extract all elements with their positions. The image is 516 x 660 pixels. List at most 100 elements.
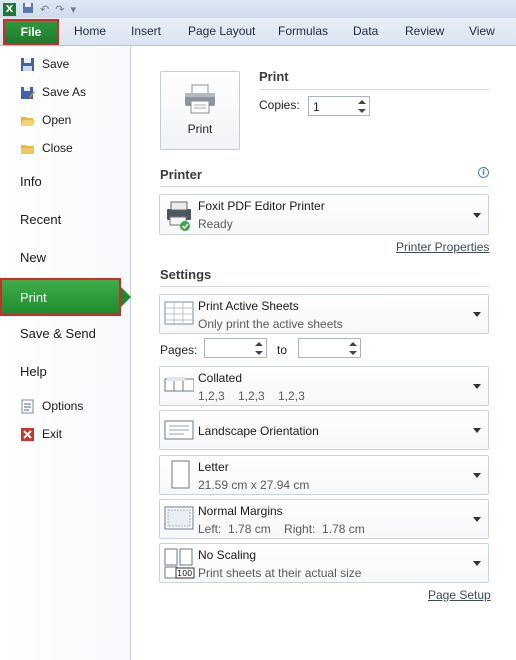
print-pane: Print Print Copies: 1 Printer i Foxit PD… — [131, 46, 516, 660]
undo-icon[interactable]: ↶ — [40, 3, 49, 16]
exit-icon — [20, 427, 35, 442]
save-icon[interactable] — [22, 2, 34, 17]
printer-dropdown[interactable]: Foxit PDF Editor Printer Ready — [159, 194, 489, 235]
to-label: to — [277, 343, 288, 357]
nav-close-label: Close — [42, 141, 73, 155]
scaling-dropdown[interactable]: 100 No Scaling Print sheets at their act… — [159, 543, 489, 583]
collated-icon — [164, 371, 195, 399]
pages-from-input[interactable] — [204, 338, 267, 358]
quick-access-toolbar: X ↶ ↷ ▾ — [0, 0, 516, 18]
chevron-down-icon — [473, 561, 481, 566]
scaling-title: No Scaling — [198, 548, 257, 562]
nav-print[interactable]: Print — [0, 278, 131, 316]
nav-options[interactable]: Options — [20, 396, 83, 416]
printer-status: Ready — [198, 217, 233, 231]
printer-heading: Printer — [160, 167, 202, 182]
paper-size-dropdown[interactable]: Letter 21.59 cm x 27.94 cm — [159, 455, 489, 495]
print-button-label: Print — [187, 122, 213, 136]
chevron-down-icon[interactable] — [349, 350, 357, 356]
tab-formulas[interactable]: Formulas — [278, 24, 328, 38]
close-folder-icon — [20, 141, 35, 156]
pages-to-input[interactable] — [298, 338, 361, 358]
copies-stepper[interactable]: 1 — [308, 96, 370, 116]
chevron-down-icon[interactable] — [358, 108, 366, 114]
save-as-icon — [20, 85, 35, 100]
options-icon — [20, 399, 35, 414]
tab-page-layout[interactable]: Page Layout — [188, 24, 255, 38]
nav-save-as-label: Save As — [42, 85, 87, 99]
tab-data[interactable]: Data — [353, 24, 378, 38]
tab-insert[interactable]: Insert — [131, 24, 161, 38]
chevron-up-icon[interactable] — [349, 341, 357, 347]
page-setup-link[interactable]: Page Setup — [428, 588, 491, 602]
chevron-down-icon — [473, 428, 481, 433]
margins-dropdown[interactable]: Normal Margins Left: 1.78 cm Right: 1.78… — [159, 499, 489, 539]
chevron-up-icon[interactable] — [358, 99, 366, 105]
nav-save-send[interactable]: Save & Send — [20, 326, 96, 341]
nav-help[interactable]: Help — [20, 364, 47, 379]
scaling-icon: 100 — [164, 548, 195, 579]
chevron-down-icon — [473, 312, 481, 317]
divider — [160, 186, 489, 187]
scaling-desc: Print sheets at their actual size — [198, 566, 362, 580]
print-scope-desc: Only print the active sheets — [198, 317, 343, 331]
customize-icon[interactable]: ▾ — [70, 3, 76, 16]
nav-save[interactable]: Save — [20, 54, 69, 74]
collate-desc: 1,2,3 1,2,3 1,2,3 — [198, 389, 305, 403]
nav-save-label: Save — [42, 57, 70, 71]
nav-exit[interactable]: Exit — [20, 424, 62, 444]
nav-close[interactable]: Close — [20, 138, 73, 158]
info-icon[interactable]: i — [478, 167, 489, 178]
print-heading: Print — [259, 69, 289, 84]
margins-icon — [164, 504, 194, 532]
orientation-title: Landscape Orientation — [198, 424, 319, 438]
margins-desc: Left: 1.78 cm Right: 1.78 cm — [198, 522, 365, 536]
ribbon-tabs: File Home Insert Page Layout Formulas Da… — [0, 18, 516, 46]
printer-icon — [185, 84, 215, 114]
print-button[interactable]: Print — [160, 71, 240, 150]
printer-name: Foxit PDF Editor Printer — [198, 199, 325, 213]
collate-title: Collated — [198, 371, 243, 385]
excel-icon: X — [3, 2, 16, 16]
backstage-nav: Save Save As Open Close Info Recent New … — [0, 46, 131, 660]
landscape-icon — [164, 415, 194, 443]
save-icon — [20, 57, 35, 72]
printer-properties-link[interactable]: Printer Properties — [396, 240, 489, 254]
scaling-badge: 100 — [177, 569, 193, 578]
redo-icon[interactable]: ↷ — [55, 3, 64, 16]
nav-open-label: Open — [42, 113, 72, 127]
nav-open[interactable]: Open — [20, 110, 71, 130]
collate-dropdown[interactable]: Collated 1,2,3 1,2,3 1,2,3 — [159, 366, 489, 406]
copies-value: 1 — [313, 100, 320, 114]
pages-label: Pages: — [160, 343, 198, 357]
divider — [160, 286, 489, 287]
chevron-down-icon — [473, 212, 481, 218]
chevron-down-icon — [473, 384, 481, 389]
paper-title: Letter — [198, 460, 229, 474]
chevron-up-icon[interactable] — [255, 341, 263, 347]
settings-heading: Settings — [160, 267, 212, 282]
margins-title: Normal Margins — [198, 504, 283, 518]
print-scope-dropdown[interactable]: Print Active Sheets Only print the activ… — [159, 294, 489, 334]
sheets-icon — [164, 299, 194, 327]
divider — [259, 89, 489, 90]
tab-review[interactable]: Review — [405, 24, 444, 38]
printer-icon — [164, 199, 194, 231]
tab-home[interactable]: Home — [74, 24, 106, 38]
paper-desc: 21.59 cm x 27.94 cm — [198, 478, 310, 492]
nav-new[interactable]: New — [20, 250, 46, 265]
tab-view[interactable]: View — [469, 24, 495, 38]
letter-page-icon — [164, 460, 194, 489]
chevron-down-icon — [473, 473, 481, 478]
print-scope-title: Print Active Sheets — [198, 299, 299, 313]
orientation-dropdown[interactable]: Landscape Orientation — [159, 410, 489, 450]
chevron-down-icon — [473, 517, 481, 522]
nav-info[interactable]: Info — [20, 174, 42, 189]
nav-exit-label: Exit — [42, 427, 63, 441]
chevron-down-icon[interactable] — [255, 350, 263, 356]
tab-file[interactable]: File — [3, 19, 59, 45]
nav-print-label: Print — [20, 289, 47, 305]
nav-save-as[interactable]: Save As — [20, 82, 86, 102]
nav-options-label: Options — [42, 399, 84, 413]
nav-recent[interactable]: Recent — [20, 212, 61, 227]
